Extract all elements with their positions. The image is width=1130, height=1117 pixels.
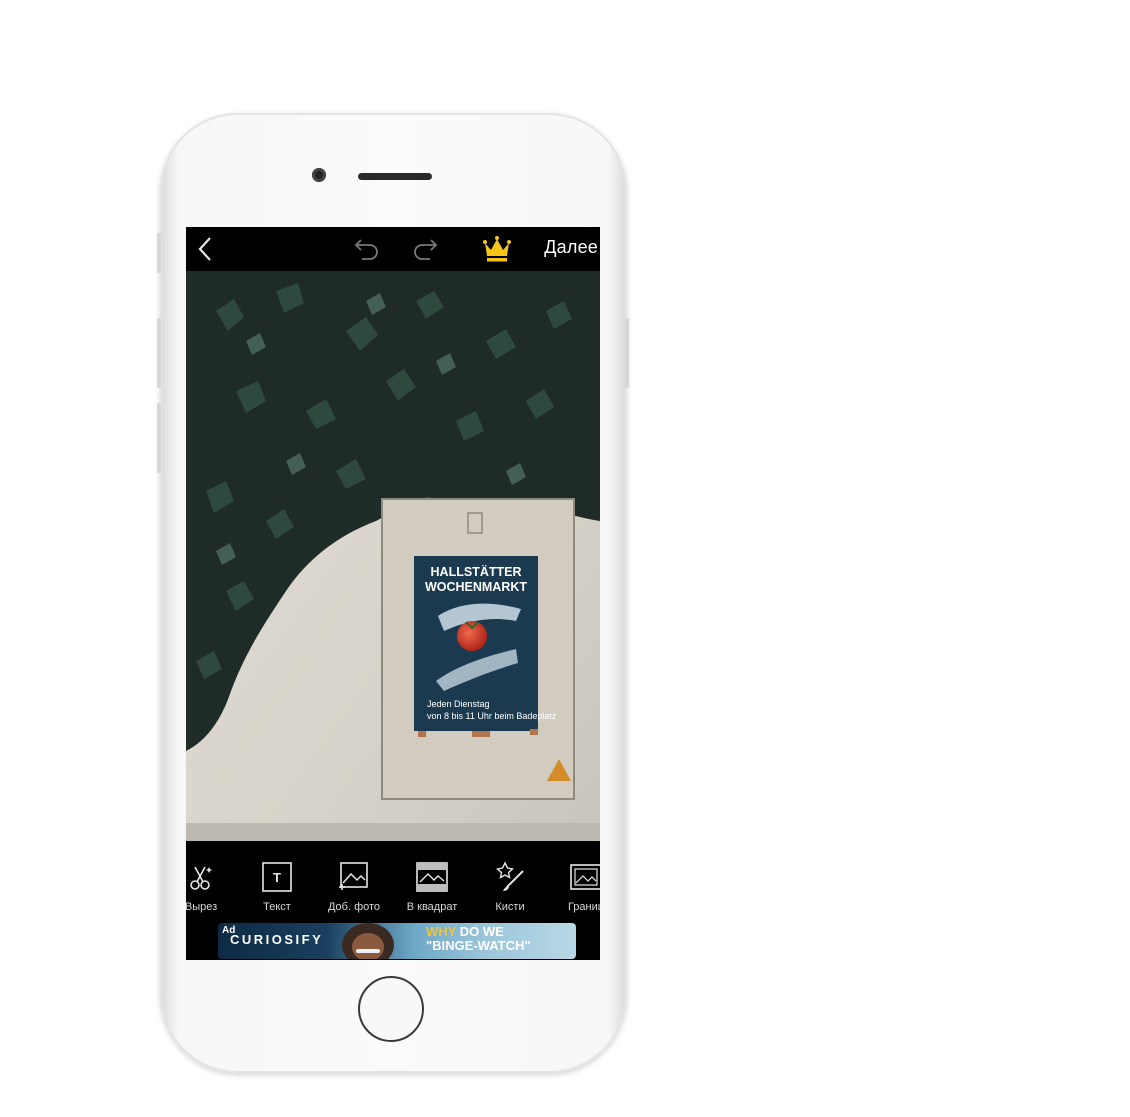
app-screen: Далее HALLSTÄTTER WOCHENMARKT Jeden Dien… <box>186 227 600 960</box>
poster-title-line2: WOCHENMARKT <box>425 580 527 594</box>
poster-title-line1: HALLSTÄTTER <box>431 564 522 579</box>
tool-brushes-label: Кисти <box>495 901 525 913</box>
tool-fit-square[interactable]: В квадрат <box>394 841 470 922</box>
tool-bar: Вырез T Текст Доб. фото В квадрат Кисти … <box>186 841 600 922</box>
tool-text[interactable]: T Текст <box>239 841 315 922</box>
add-photo-icon <box>339 862 368 890</box>
power-button <box>625 318 629 388</box>
next-button[interactable]: Далее <box>544 237 598 258</box>
scissors-cutout-icon <box>190 866 212 890</box>
tool-cutout-label: Вырез <box>186 901 218 913</box>
brush-icon <box>495 861 524 891</box>
border-icon <box>570 864 600 890</box>
fit-square-icon <box>416 862 448 892</box>
volume-down-button <box>157 403 161 473</box>
ad-banner[interactable]: Ad CURIOSIFY WHY DO WE "BINGE-WATCH" <box>218 923 576 959</box>
poster-line1: Jeden Dienstag <box>427 699 490 709</box>
tool-add-photo[interactable]: Доб. фото <box>316 841 392 922</box>
tool-add-photo-label: Доб. фото <box>327 901 381 913</box>
tool-borders-label: Границ <box>567 901 600 913</box>
crown-icon[interactable] <box>479 231 515 267</box>
front-camera <box>312 168 326 182</box>
ad-headline-line2: "BINGE-WATCH" <box>426 938 531 953</box>
text-icon: T <box>262 862 292 892</box>
volume-up-button <box>157 318 161 388</box>
tool-cutout[interactable]: Вырез <box>186 841 239 922</box>
chevron-left-icon[interactable] <box>190 231 220 267</box>
poster-line2: von 8 bis 11 Uhr beim Badeplatz <box>427 711 557 721</box>
ad-bar: Ad CURIOSIFY WHY DO WE "BINGE-WATCH" <box>186 922 600 960</box>
home-button[interactable] <box>358 976 424 1042</box>
tool-brushes[interactable]: Кисти <box>472 841 548 922</box>
redo-icon[interactable] <box>408 231 444 267</box>
tool-text-label: Текст <box>263 901 291 913</box>
photo-canvas[interactable]: HALLSTÄTTER WOCHENMARKT Jeden Dienstag v… <box>186 271 600 841</box>
svg-text:T: T <box>273 870 281 885</box>
tool-fit-square-label: В квадрат <box>406 901 458 913</box>
ad-brand: CURIOSIFY <box>230 932 324 947</box>
ad-headline: WHY DO WE "BINGE-WATCH" <box>426 925 531 953</box>
mute-switch <box>157 233 161 273</box>
ad-headline-highlight: WHY <box>426 924 457 939</box>
photo-image: HALLSTÄTTER WOCHENMARKT Jeden Dienstag v… <box>186 271 600 841</box>
ad-headline-part2: DO WE <box>459 924 504 939</box>
earpiece-speaker <box>358 173 432 180</box>
undo-icon[interactable] <box>348 231 384 267</box>
editor-top-bar: Далее <box>186 227 600 271</box>
tool-borders[interactable]: Границ <box>548 841 600 922</box>
phone-frame: Далее HALLSTÄTTER WOCHENMARKT Jeden Dien… <box>157 113 629 1073</box>
